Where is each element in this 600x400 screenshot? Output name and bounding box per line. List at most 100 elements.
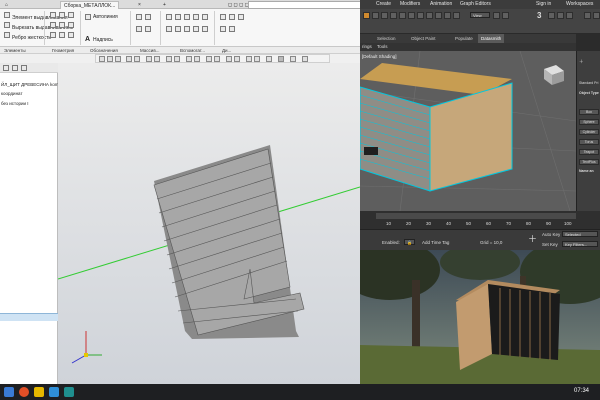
group-label[interactable]: Геометрия xyxy=(52,47,74,54)
zoom-icon[interactable] xyxy=(99,56,105,62)
snap-counter[interactable]: 3 xyxy=(537,11,541,20)
text-label[interactable]: Надпись xyxy=(93,37,113,44)
clock[interactable]: 07:34 xyxy=(574,388,589,394)
scene-item[interactable]: Tools xyxy=(377,44,388,49)
autoline-icon[interactable] xyxy=(85,14,91,20)
spline-icon[interactable] xyxy=(59,22,65,28)
copy-icon[interactable] xyxy=(145,26,151,32)
rect-select-icon[interactable] xyxy=(453,12,460,19)
cylinder-button[interactable]: Cylinder xyxy=(579,129,599,135)
rect-icon[interactable] xyxy=(50,22,56,28)
cabin-side-face[interactable] xyxy=(429,82,513,192)
tree-expand-icon[interactable] xyxy=(21,65,27,71)
group-label[interactable]: Массив... xyxy=(140,47,159,54)
section-icon[interactable] xyxy=(193,26,199,32)
funnel-icon[interactable] xyxy=(290,56,296,62)
standard-primitives-dropdown[interactable]: Standard Pri xyxy=(579,81,598,85)
rotate-tool-icon[interactable] xyxy=(381,12,388,19)
move-icon[interactable] xyxy=(372,12,379,19)
auto-key-button[interactable]: Auto Key xyxy=(542,232,560,237)
percent-snap-icon[interactable] xyxy=(557,12,564,19)
dim-text-icon[interactable] xyxy=(229,26,235,32)
max-perspective-viewport[interactable]: [Default Shading] xyxy=(360,51,576,211)
text-icon[interactable]: A xyxy=(85,36,90,42)
bind-icon[interactable] xyxy=(426,12,433,19)
array-circle-icon[interactable] xyxy=(145,14,151,20)
group-label[interactable]: Обозначения xyxy=(90,47,118,54)
cabin-front-face[interactable] xyxy=(360,86,431,192)
dim-radius-icon[interactable] xyxy=(238,14,244,20)
point-icon[interactable] xyxy=(68,22,74,28)
tab-selection[interactable]: Selection xyxy=(374,34,399,43)
tab-home-icon[interactable]: ⌂ xyxy=(2,1,11,9)
chamfer-icon[interactable] xyxy=(68,32,74,38)
pan-icon[interactable] xyxy=(107,56,113,62)
show-icon[interactable] xyxy=(214,56,220,62)
menu-workspaces[interactable]: Workspaces xyxy=(566,0,593,9)
menu-sign-in[interactable]: Sign in xyxy=(536,0,551,9)
sphere-button[interactable]: Sphere xyxy=(579,119,599,125)
angle-snap-icon[interactable] xyxy=(548,12,555,19)
dimension-icon[interactable] xyxy=(184,26,190,32)
unlink-icon[interactable] xyxy=(417,12,424,19)
axis-icon[interactable] xyxy=(175,14,181,20)
spinner-snap-icon[interactable] xyxy=(566,12,573,19)
teapot-button[interactable]: Teapot xyxy=(579,149,599,155)
perspective-icon[interactable] xyxy=(186,56,192,62)
dim-angle-icon[interactable] xyxy=(229,14,235,20)
arc-icon[interactable] xyxy=(59,12,65,18)
select-filter-icon[interactable] xyxy=(278,56,284,62)
timeline[interactable]: 10 20 30 40 50 60 70 80 90 100 xyxy=(360,211,600,229)
scene-item[interactable]: rings xyxy=(362,44,372,49)
zoom-window-icon[interactable] xyxy=(134,56,140,62)
tree-item-coordinates[interactable]: координат xyxy=(1,91,23,96)
textplus-button[interactable]: TextPlus xyxy=(579,159,599,165)
filter-max-icon[interactable] xyxy=(435,12,442,19)
offset-icon[interactable] xyxy=(50,32,56,38)
line-icon[interactable] xyxy=(50,12,56,18)
link-icon[interactable] xyxy=(408,12,415,19)
cad-3d-viewport[interactable] xyxy=(57,63,361,384)
tree-root-item[interactable]: ЙЛ_ЩИТ ДРЕВЕСИНА kompas xyxy=(1,82,66,87)
tree-sort-icon[interactable] xyxy=(12,65,18,71)
menu-create[interactable]: Create xyxy=(376,0,391,9)
menu-graph-editors[interactable]: Graph Editors xyxy=(460,0,491,9)
plane-icon[interactable] xyxy=(166,14,172,20)
tree-item-history[interactable]: без истории I xyxy=(1,101,29,106)
extrude-icon[interactable] xyxy=(4,12,10,18)
3dsmax-icon[interactable] xyxy=(64,387,74,397)
menu-animation[interactable]: Animation xyxy=(430,0,452,9)
zoom-fit-icon[interactable] xyxy=(126,56,132,62)
place-icon[interactable] xyxy=(399,12,406,19)
teapot-icon[interactable] xyxy=(593,12,600,19)
tab-new-icon[interactable]: + xyxy=(160,1,169,9)
dim-linear-icon[interactable] xyxy=(220,14,226,20)
tab-populate[interactable]: Populate xyxy=(452,34,476,43)
selected-dropdown[interactable]: Selected xyxy=(562,231,598,237)
window-select-icon[interactable] xyxy=(444,12,451,19)
grid-icon[interactable] xyxy=(266,56,272,62)
filter-icon[interactable] xyxy=(246,56,252,62)
view-dropdown[interactable]: View xyxy=(470,12,490,18)
torus-button[interactable]: Torus xyxy=(579,139,599,145)
dim-diameter-icon[interactable] xyxy=(220,26,226,32)
tab-object-paint[interactable]: Object Paint xyxy=(408,34,439,43)
circle-icon[interactable] xyxy=(68,12,74,18)
settings-icon[interactable] xyxy=(302,56,308,62)
color-icon[interactable] xyxy=(234,56,240,62)
render-icon[interactable] xyxy=(584,12,591,19)
ribbon-rib-label[interactable]: Ребро жесткости xyxy=(12,35,51,42)
constraint-icon[interactable] xyxy=(175,26,181,32)
scale-icon[interactable] xyxy=(390,12,397,19)
set-key-plus-icon[interactable]: ＋ xyxy=(528,232,537,245)
group-label[interactable]: Элементы xyxy=(4,47,26,54)
tab-datasmith[interactable]: Datasmith xyxy=(478,34,505,43)
snap-icon[interactable] xyxy=(254,56,260,62)
box-button[interactable]: Box xyxy=(579,109,599,115)
shaded-icon[interactable] xyxy=(174,56,180,62)
add-time-tag-button[interactable]: Add Time Tag xyxy=(422,240,449,245)
pivot-icon[interactable] xyxy=(493,12,500,19)
hide-icon[interactable] xyxy=(206,56,212,62)
file-explorer-icon[interactable] xyxy=(34,387,44,397)
rib-icon[interactable] xyxy=(4,32,10,38)
